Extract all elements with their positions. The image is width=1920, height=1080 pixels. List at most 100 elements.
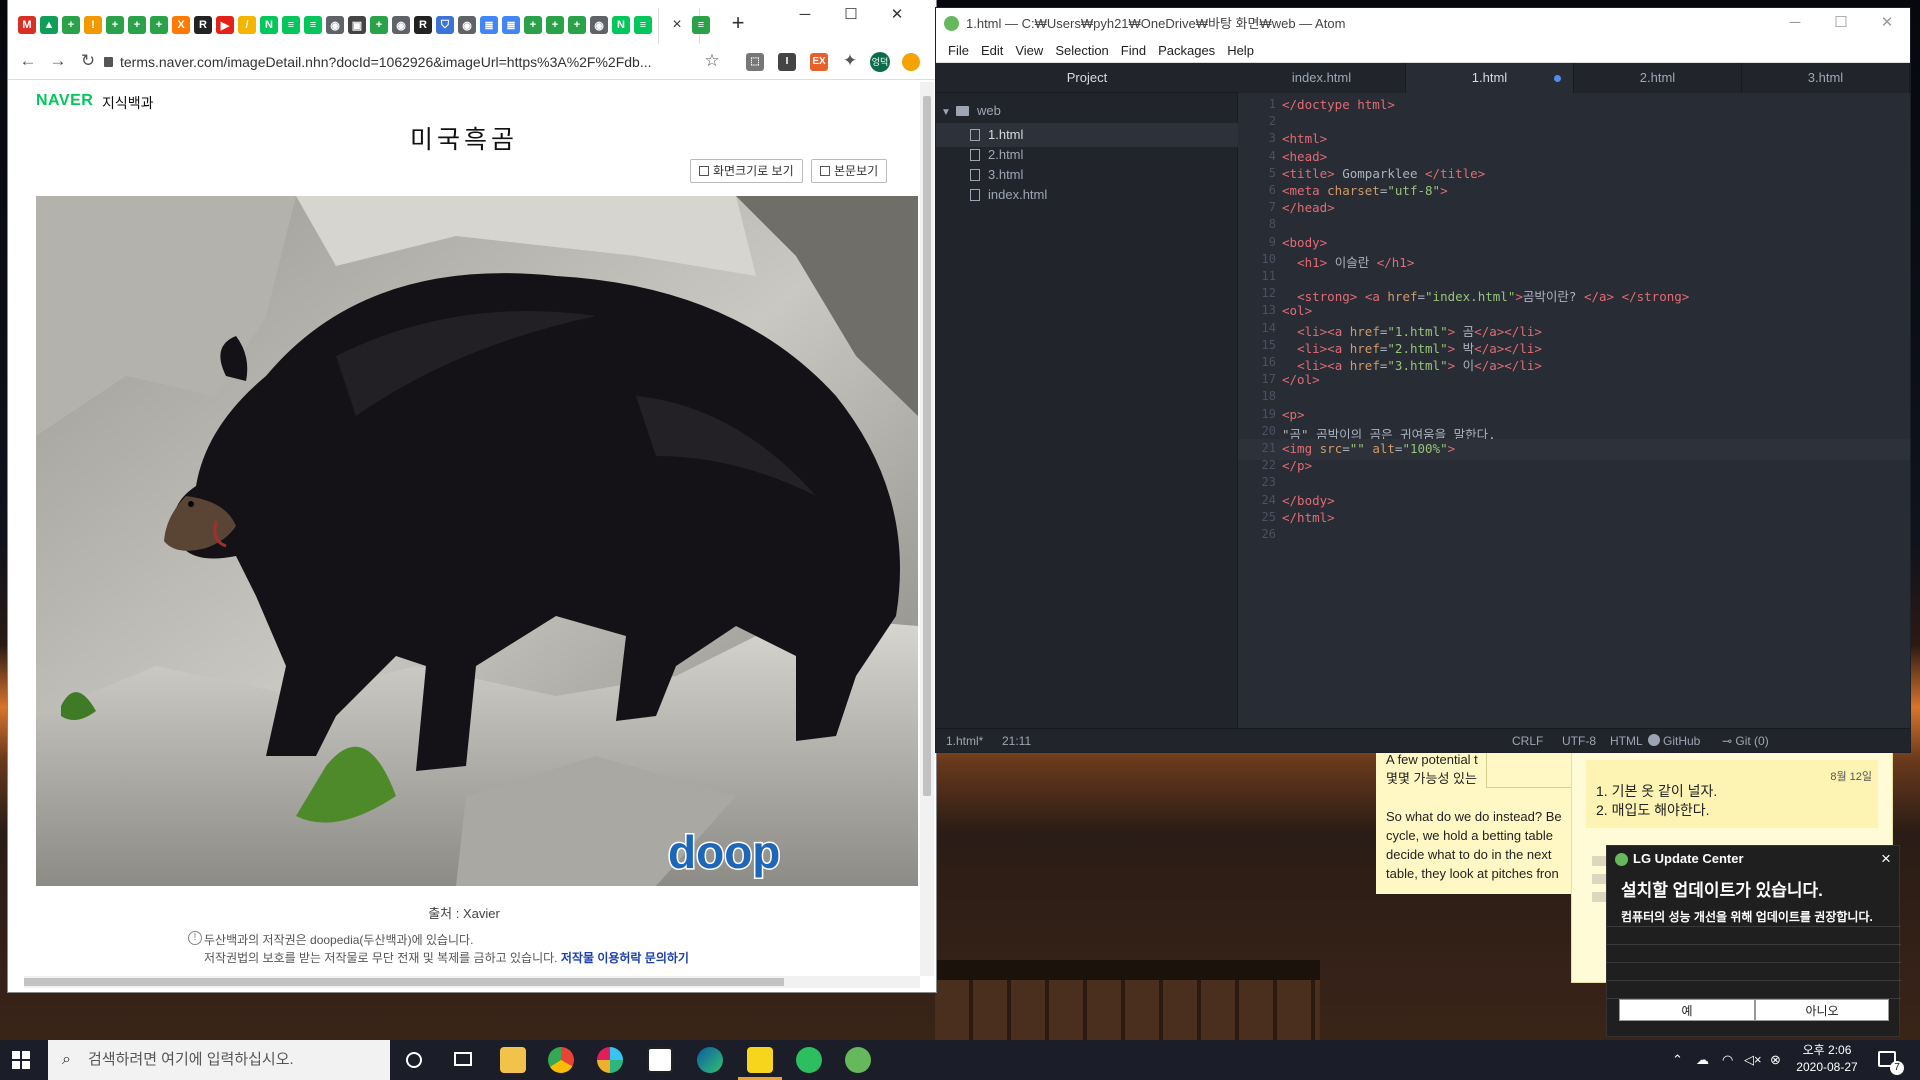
lock-icon[interactable] (104, 57, 113, 67)
task-view-icon[interactable] (454, 1052, 472, 1066)
toast-no-button[interactable]: 아니오 (1755, 999, 1889, 1021)
volume-muted-icon[interactable]: ◁× (1744, 1052, 1762, 1068)
horizontal-scroll-thumb[interactable] (24, 978, 784, 986)
lg-update-toast[interactable]: LG Update Center × 설치할 업데이트가 있습니다. 컴퓨터의 … (1606, 845, 1901, 1037)
code-line[interactable]: <li><a href="1.html"> 곰</a></li> (1282, 321, 1542, 340)
editor-tab[interactable]: 3.html (1742, 63, 1910, 93)
pinned-tab-icon[interactable]: ◉ (326, 16, 344, 34)
naver-logo[interactable]: NAVER (36, 92, 93, 110)
minimize-icon[interactable]: ─ (782, 0, 828, 30)
pinned-tab-icon[interactable]: + (370, 16, 388, 34)
toast-yes-button[interactable]: 예 (1619, 999, 1755, 1021)
taskbar-clock[interactable]: 오후 2:06 2020-08-27 (1794, 1042, 1860, 1076)
menu-edit[interactable]: Edit (975, 39, 1009, 62)
pinned-tab-icon[interactable]: ≡ (282, 16, 300, 34)
chrome-taskbar-icon[interactable] (548, 1047, 574, 1073)
pinned-tab-icon[interactable]: + (568, 16, 586, 34)
pinned-tab-icon[interactable]: ◉ (458, 16, 476, 34)
code-line[interactable]: </doctype html> (1282, 97, 1395, 112)
pinned-tab-icon[interactable]: N (260, 16, 278, 34)
pinned-tab-icon[interactable]: ≡ (634, 16, 652, 34)
pinned-tab-icon[interactable]: R (194, 16, 212, 34)
sticky-note-text[interactable]: A few potential t 몇몇 가능성 있는 So what do we … (1376, 748, 1582, 894)
toast-close-icon[interactable]: × (1881, 849, 1891, 869)
extensions-puzzle-icon[interactable]: ✦ (838, 49, 862, 73)
close-window-icon[interactable]: ✕ (874, 0, 920, 30)
code-line[interactable]: <meta charset="utf-8"> (1282, 183, 1448, 198)
pinned-tab-icon[interactable]: + (106, 16, 124, 34)
code-line[interactable]: <strong> <a href="index.html">곰박이란? </a>… (1282, 286, 1689, 305)
status-grammar[interactable]: HTML (1610, 729, 1643, 752)
menu-view[interactable]: View (1009, 39, 1049, 62)
pinned-tab-icon[interactable]: X (172, 16, 190, 34)
menu-selection[interactable]: Selection (1049, 39, 1114, 62)
reload-icon[interactable]: ↻ (76, 49, 100, 73)
code-line[interactable]: <p> (1282, 407, 1305, 422)
pinned-tab-icon[interactable]: ≣ (480, 16, 498, 34)
slack-taskbar-icon[interactable] (597, 1047, 623, 1073)
status-file-name[interactable]: 1.html* (946, 729, 983, 752)
pinned-tab-icon[interactable]: + (62, 16, 80, 34)
tree-file-item[interactable]: index.html (936, 183, 1238, 207)
tab-favicon-icon[interactable]: ≡ (692, 16, 710, 34)
editor-tab[interactable]: 1.html (1406, 63, 1574, 93)
back-icon[interactable]: ← (16, 49, 40, 73)
ime-icon[interactable]: ⊗ (1770, 1052, 1781, 1068)
pinned-tab-icon[interactable]: + (546, 16, 564, 34)
pinned-tab-icon[interactable]: M (18, 16, 36, 34)
view-body-button[interactable]: 본문보기 (811, 159, 888, 183)
code-line[interactable]: <ol> (1282, 303, 1312, 318)
code-line[interactable]: <html> (1282, 131, 1327, 146)
code-line[interactable]: <img src="" alt="100%"> (1282, 441, 1455, 456)
sticky-notes-taskbar-icon[interactable] (747, 1047, 773, 1073)
extension-ex-icon[interactable]: EX (810, 53, 828, 71)
start-button[interactable] (12, 1051, 30, 1069)
update-menu-icon[interactable] (902, 53, 920, 71)
pinned-tab-icon[interactable]: ⛉ (436, 16, 454, 34)
tray-chevron-icon[interactable]: ⌃ (1672, 1052, 1683, 1068)
fullscreen-view-button[interactable]: 화면크기로 보기 (690, 159, 803, 183)
evernote-taskbar-icon[interactable] (796, 1047, 822, 1073)
new-tab-icon[interactable]: + (726, 12, 750, 36)
status-encoding[interactable]: UTF-8 (1562, 729, 1596, 752)
menu-file[interactable]: File (942, 39, 975, 62)
forward-icon[interactable]: → (46, 49, 70, 73)
pinned-tab-icon[interactable]: ▶ (216, 16, 234, 34)
pinned-tab-icon[interactable]: R (414, 16, 432, 34)
pinned-tab-icon[interactable]: / (238, 16, 256, 34)
code-line[interactable]: </html> (1282, 510, 1335, 525)
pinned-tab-icon[interactable]: ! (84, 16, 102, 34)
pinned-tab-icon[interactable]: ≡ (304, 16, 322, 34)
profile-avatar[interactable]: 엉덕 (870, 52, 890, 72)
address-bar[interactable]: terms.naver.com/imageDetail.nhn?docId=10… (120, 49, 720, 75)
pinned-tab-icon[interactable]: N (612, 16, 630, 34)
maximize-icon[interactable]: ☐ (828, 0, 874, 30)
code-line[interactable]: <body> (1282, 235, 1327, 250)
atom-taskbar-icon[interactable] (845, 1047, 871, 1073)
pinned-tab-icon[interactable]: + (150, 16, 168, 34)
license-inquiry-link[interactable]: 저작물 이용허락 문의하기 (561, 951, 689, 965)
onedrive-icon[interactable]: ☁ (1696, 1052, 1709, 1068)
wifi-icon[interactable]: ◠ (1722, 1052, 1733, 1068)
status-cursor-position[interactable]: 21:11 (1002, 729, 1031, 752)
pinned-tab-icon[interactable]: ◉ (392, 16, 410, 34)
menu-find[interactable]: Find (1115, 39, 1152, 62)
tree-folder-web[interactable]: ▼ web (936, 99, 1238, 123)
atom-close-icon[interactable]: ✕ (1864, 8, 1910, 39)
code-line[interactable]: <h1> 이슬란 </h1> (1282, 252, 1414, 271)
extension-pdf-icon[interactable]: ⬚ (746, 53, 764, 71)
pinned-tab-icon[interactable]: + (524, 16, 542, 34)
code-line[interactable]: <li><a href="3.html"> 이</a></li> (1282, 355, 1542, 374)
status-git[interactable]: ⊸ Git (0) (1722, 729, 1769, 752)
editor-tab[interactable]: 2.html (1574, 63, 1742, 93)
site-section-title[interactable]: 지식백과 (102, 93, 154, 113)
code-line[interactable]: <li><a href="2.html"> 박</a></li> (1282, 338, 1542, 357)
tab-close-icon[interactable]: × (666, 14, 688, 36)
pinned-tab-icon[interactable]: ▣ (348, 16, 366, 34)
edge-taskbar-icon[interactable] (697, 1047, 723, 1073)
taskbar-search-box[interactable]: ⌕ 검색하려면 여기에 입력하십시오. (48, 1040, 390, 1080)
editor-tab[interactable]: index.html (1238, 63, 1406, 93)
cortana-icon[interactable] (406, 1052, 422, 1068)
notion-taskbar-icon[interactable] (647, 1047, 673, 1073)
code-editor[interactable]: 1 </doctype html> 2 3 <html> 4 <head> 5 <title> … (1238, 93, 1910, 728)
